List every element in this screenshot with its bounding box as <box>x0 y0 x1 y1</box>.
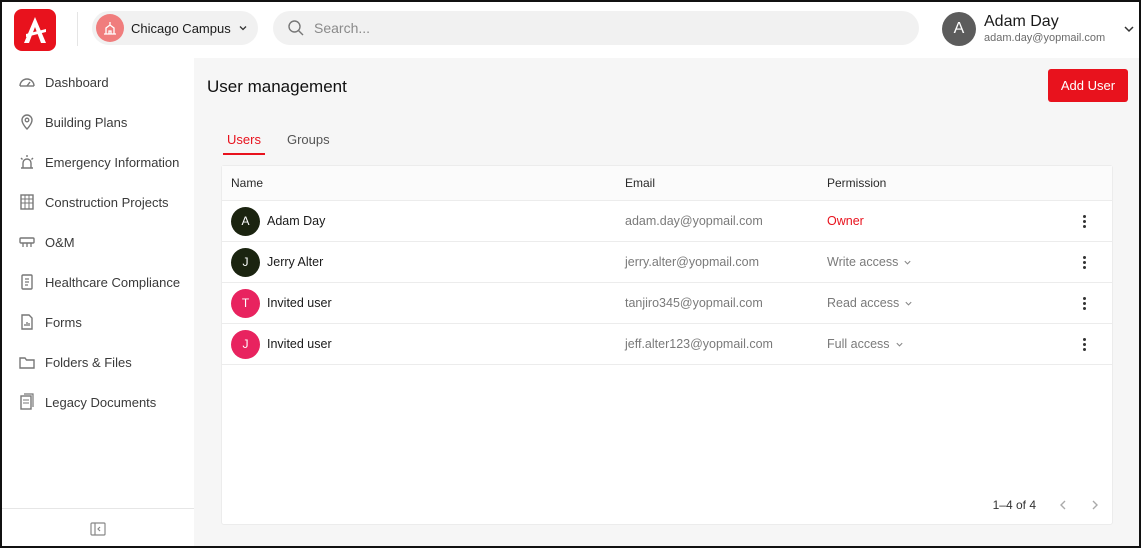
more-options-icon[interactable] <box>1077 211 1092 232</box>
column-header-name[interactable]: Name <box>222 176 625 190</box>
user-name: Adam Day <box>984 13 1059 30</box>
tab-groups[interactable]: Groups <box>283 130 334 155</box>
avatar: J <box>231 247 260 277</box>
user-row-name: Invited user <box>267 337 332 351</box>
more-options-icon[interactable] <box>1077 293 1092 314</box>
sidebar-item-label: Construction Projects <box>45 194 169 210</box>
chevron-left-icon[interactable] <box>1058 499 1068 511</box>
sidebar-footer <box>2 508 194 546</box>
documents-icon <box>20 393 34 410</box>
table-row: J Jerry Alter jerry.alter@yopmail.com Wr… <box>222 242 1112 283</box>
app-logo[interactable] <box>14 9 56 51</box>
sidebar-item-label: Emergency Information <box>45 154 180 170</box>
column-header-email[interactable]: Email <box>625 176 827 190</box>
header-divider <box>77 12 78 46</box>
pagination: 1–4 of 4 <box>993 498 1100 512</box>
sidebar-item-dashboard[interactable]: Dashboard <box>2 62 194 102</box>
construction-icon <box>20 194 34 210</box>
maintenance-icon <box>19 237 35 247</box>
table-row: T Invited user tanjiro345@yopmail.com Re… <box>222 283 1112 324</box>
user-info: Adam Day adam.day@yopmail.com <box>984 13 1105 45</box>
add-user-button[interactable]: Add User <box>1048 69 1128 102</box>
top-bar: Chicago Campus A Adam Day adam.day@yopma… <box>2 2 1139 58</box>
campus-building-icon <box>96 14 124 42</box>
tab-users[interactable]: Users <box>223 130 265 155</box>
permission-label: Read access <box>827 296 900 310</box>
sidebar-item-forms[interactable]: Forms <box>2 302 194 342</box>
chevron-down-icon <box>904 260 911 265</box>
folder-icon <box>19 357 35 369</box>
page-title: User management <box>207 77 347 96</box>
sidebar-item-building-plans[interactable]: Building Plans <box>2 102 194 142</box>
permission-label: Full access <box>827 337 890 351</box>
tab-bar: Users Groups <box>223 130 334 155</box>
more-options-icon[interactable] <box>1077 252 1092 273</box>
sidebar-item-healthcare-compliance[interactable]: Healthcare Compliance <box>2 262 194 302</box>
avatar: T <box>231 288 260 318</box>
sidebar-item-legacy-documents[interactable]: Legacy Documents <box>2 382 194 422</box>
chevron-down-icon <box>1124 26 1134 33</box>
avatar: J <box>231 329 260 359</box>
chevron-down-icon <box>239 26 247 31</box>
sidebar-item-label: O&M <box>45 234 75 250</box>
column-header-permission[interactable]: Permission <box>827 176 1057 190</box>
permission-dropdown[interactable]: Write access <box>827 255 1057 269</box>
campus-label: Chicago Campus <box>131 20 231 36</box>
search-input[interactable] <box>314 20 874 36</box>
user-row-email: jerry.alter@yopmail.com <box>625 255 760 269</box>
sidebar-item-label: Folders & Files <box>45 354 132 370</box>
chevron-down-icon <box>905 301 912 306</box>
permission-label: Write access <box>827 255 899 269</box>
logo-a-icon <box>24 17 46 43</box>
user-email: adam.day@yopmail.com <box>984 32 1106 44</box>
user-row-name: Invited user <box>267 296 332 310</box>
main-content: User management Add User Users Groups Na… <box>207 58 1135 546</box>
table-row: J Invited user jeff.alter123@yopmail.com… <box>222 324 1112 365</box>
location-pin-icon <box>21 114 33 130</box>
sidebar-item-folders-files[interactable]: Folders & Files <box>2 342 194 382</box>
avatar: A <box>942 12 976 46</box>
user-row-name: Jerry Alter <box>267 255 324 269</box>
sidebar-item-label: Dashboard <box>45 74 109 90</box>
search-bar <box>273 11 919 45</box>
permission-label: Owner <box>827 214 864 228</box>
table-row: A Adam Day adam.day@yopmail.com Owner <box>222 201 1112 242</box>
gauge-icon <box>19 78 35 87</box>
more-options-icon[interactable] <box>1077 334 1092 355</box>
user-menu[interactable]: A Adam Day adam.day@yopmail.com <box>942 9 1135 49</box>
search-icon <box>288 20 304 36</box>
siren-icon <box>20 155 34 169</box>
sidebar-item-o-and-m[interactable]: O&M <box>2 222 194 262</box>
form-chart-icon <box>21 314 33 330</box>
user-row-email: jeff.alter123@yopmail.com <box>625 337 773 351</box>
sidebar-item-label: Legacy Documents <box>45 394 157 410</box>
sidebar: Dashboard Building Plans Emergency Infor… <box>2 58 194 546</box>
sidebar-item-label: Forms <box>45 314 82 330</box>
permission-dropdown[interactable]: Read access <box>827 296 1057 310</box>
chevron-down-icon <box>895 342 903 347</box>
user-row-email: adam.day@yopmail.com <box>625 214 763 228</box>
sidebar-item-emergency-information[interactable]: Emergency Information <box>2 142 194 182</box>
chevron-right-icon[interactable] <box>1090 499 1100 511</box>
user-row-email: tanjiro345@yopmail.com <box>625 296 763 310</box>
sidebar-item-label: Healthcare Compliance <box>45 274 181 290</box>
app-window: Chicago Campus A Adam Day adam.day@yopma… <box>0 0 1141 548</box>
clipboard-icon <box>21 274 33 290</box>
campus-selector[interactable]: Chicago Campus <box>92 11 258 45</box>
sidebar-item-label: Building Plans <box>45 114 128 130</box>
pagination-label: 1–4 of 4 <box>992 498 1036 512</box>
users-table: Name Email Permission A Adam Day adam.da… <box>221 165 1113 525</box>
permission-dropdown[interactable]: Full access <box>827 337 1057 351</box>
sidebar-item-construction-projects[interactable]: Construction Projects <box>2 182 194 222</box>
avatar: A <box>231 206 260 236</box>
table-header: Name Email Permission <box>222 166 1112 201</box>
user-row-name: Adam Day <box>267 214 326 228</box>
collapse-sidebar-icon[interactable] <box>90 521 106 536</box>
